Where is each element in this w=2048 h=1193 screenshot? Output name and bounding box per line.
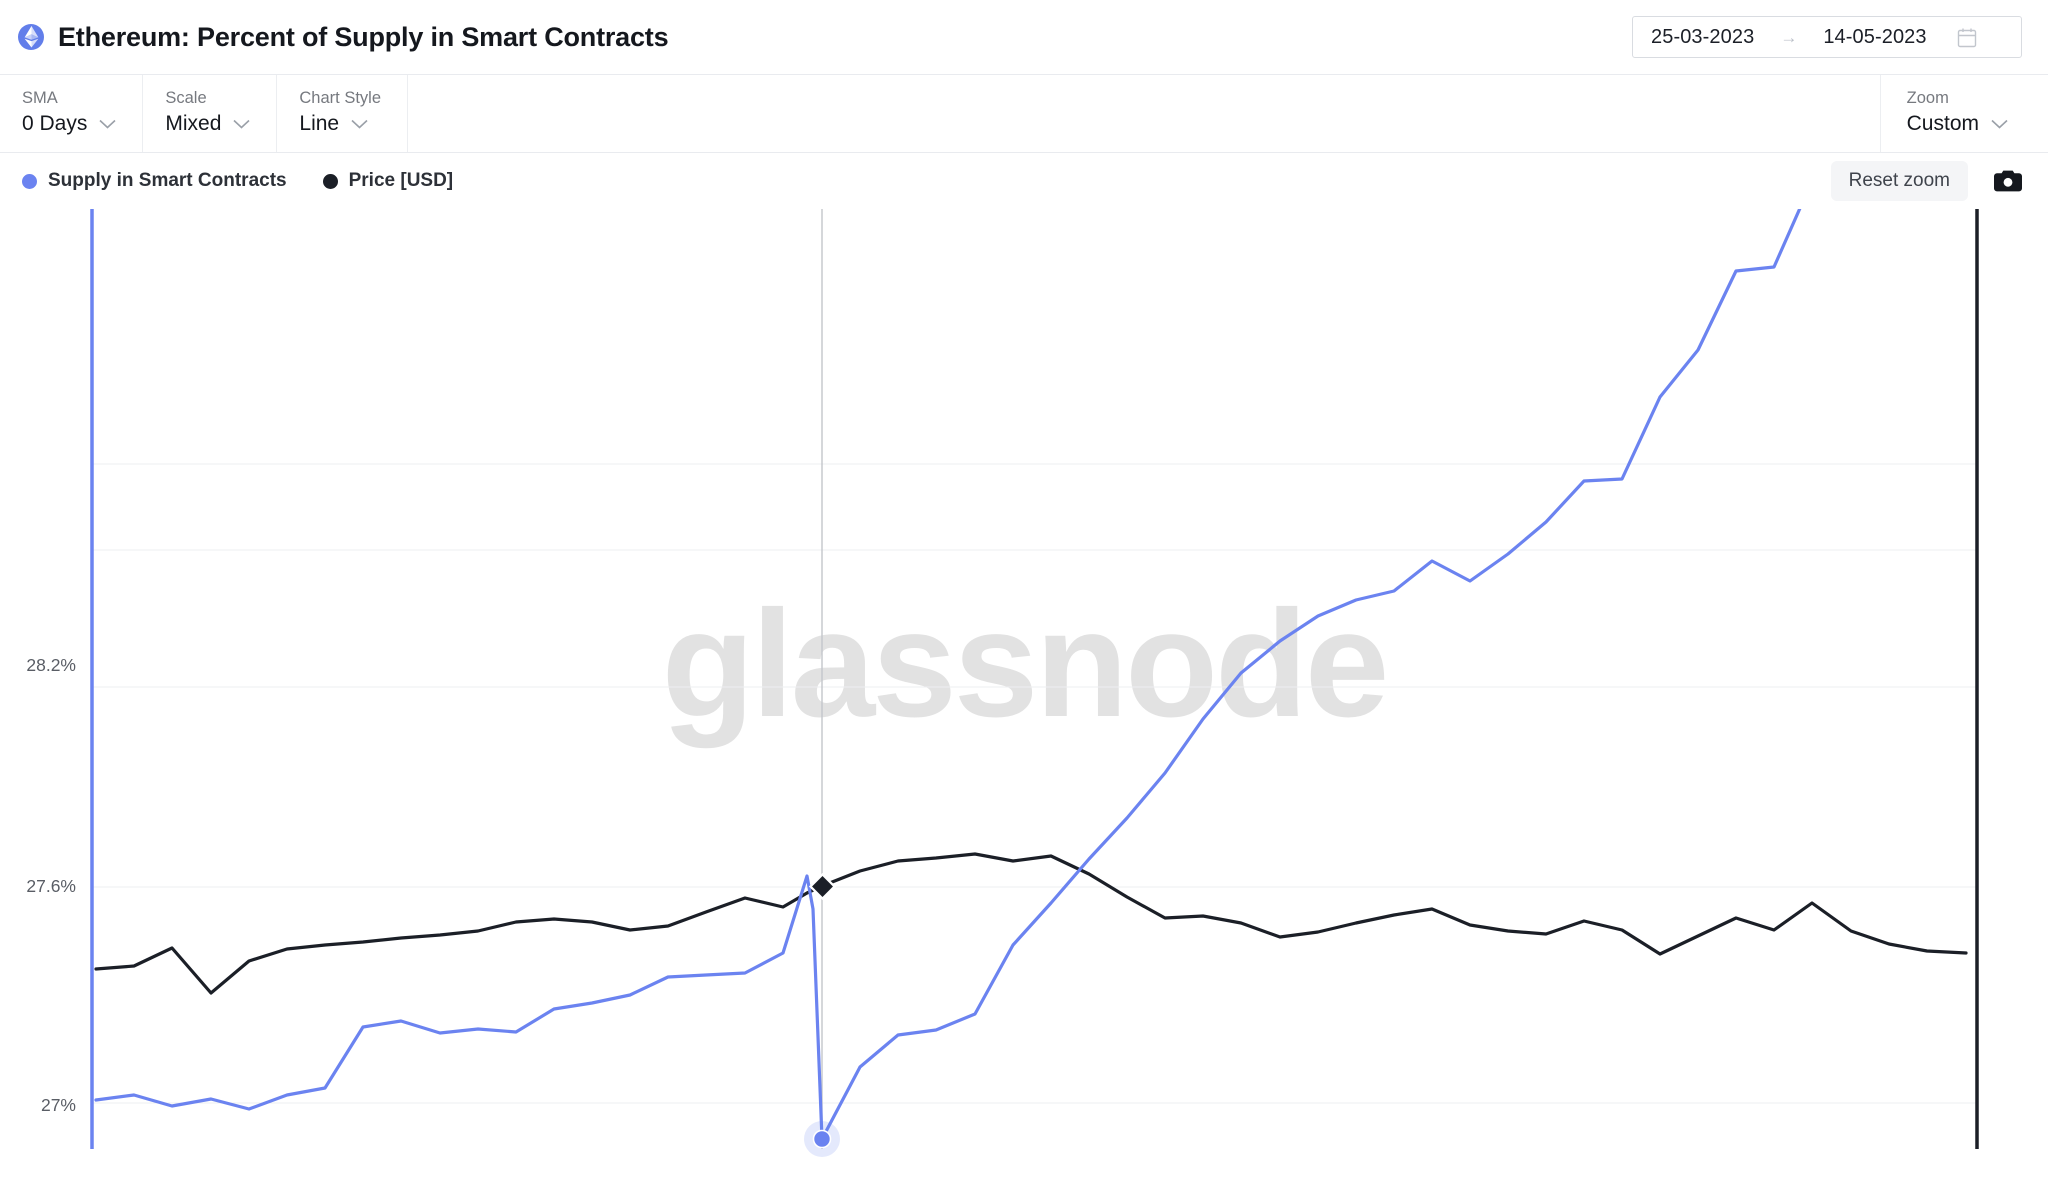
sma-label: SMA (22, 89, 58, 107)
chevron-down-icon (351, 119, 368, 129)
legend-color-dot (22, 173, 37, 189)
reset-zoom-button[interactable]: Reset zoom (1830, 161, 1968, 201)
date-range-end[interactable]: 14-05-2023 (1823, 26, 1926, 49)
page-title: Ethereum: Percent of Supply in Smart Con… (58, 21, 669, 52)
scale-label: Scale (165, 89, 207, 107)
date-range-picker[interactable]: 25-03-2023 → 14-05-2023 (1632, 16, 2022, 58)
crosshair-price-marker (808, 872, 837, 901)
chart-area[interactable]: glassnode 28.2% 27.6% 27% (0, 209, 2048, 1193)
chart-style-label: Chart Style (299, 89, 382, 107)
date-range-start[interactable]: 25-03-2023 (1651, 26, 1754, 49)
chart-gridlines (92, 463, 1977, 1104)
series-line-supply (94, 209, 1802, 1141)
scale-value-text: Mixed (165, 111, 222, 135)
zoom-label: Zoom (1906, 89, 1949, 107)
date-range-arrow-icon: → (1780, 27, 1798, 47)
app-header: Ethereum: Percent of Supply in Smart Con… (0, 0, 2048, 75)
chevron-down-icon (99, 119, 116, 129)
sma-value[interactable]: 0 Days (22, 112, 116, 136)
zoom-control[interactable]: Zoom Custom (1881, 75, 2048, 152)
legend-item-price[interactable]: Price [USD] (322, 170, 454, 192)
ethereum-icon (18, 24, 44, 50)
camera-icon[interactable] (1994, 170, 2022, 192)
crosshair-supply-marker (804, 1121, 840, 1157)
zoom-value[interactable]: Custom (1907, 112, 2008, 136)
chevron-down-icon (1991, 119, 2008, 129)
chart-canvas[interactable] (0, 209, 2048, 1193)
zoom-value-text: Custom (1906, 111, 1979, 135)
chart-legend: Supply in Smart Contracts Price [USD] Re… (0, 153, 2048, 209)
chart-toolbar: SMA 0 Days Scale Mixed Chart Style Line … (0, 75, 2048, 153)
toolbar-spacer (408, 75, 1881, 152)
chart-style-control[interactable]: Chart Style Line (277, 75, 409, 152)
chart-style-value[interactable]: Line (299, 112, 381, 136)
y-axis-tick-left: 27% (40, 1095, 76, 1115)
scale-value[interactable]: Mixed (165, 112, 250, 136)
sma-control[interactable]: SMA 0 Days (0, 75, 144, 152)
legend-item-label: Supply in Smart Contracts (48, 170, 287, 191)
sma-value-text: 0 Days (22, 111, 88, 135)
chart-style-value-text: Line (299, 111, 340, 135)
legend-color-dot (322, 173, 338, 189)
legend-item-label: Price [USD] (348, 170, 454, 191)
legend-item-supply[interactable]: Supply in Smart Contracts (22, 170, 287, 192)
y-axis-tick-left: 28.2% (26, 655, 76, 675)
scale-control[interactable]: Scale Mixed (143, 75, 278, 152)
calendar-icon[interactable] (1957, 27, 1977, 48)
y-axis-tick-left: 27.6% (26, 876, 76, 896)
chevron-down-icon (233, 119, 250, 129)
